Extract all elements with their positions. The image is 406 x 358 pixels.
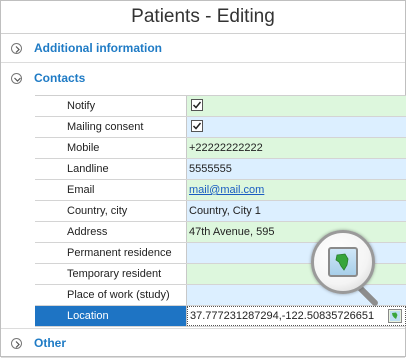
table-row[interactable]: Mailing consent [35, 117, 406, 138]
field-label: Email [35, 180, 187, 200]
field-label: Country, city [35, 201, 187, 221]
group-label: Contacts [34, 71, 86, 85]
window-title: Patients - Editing [1, 1, 405, 34]
chevron-right-icon[interactable] [11, 42, 22, 54]
address-field[interactable]: 47th Avenue, 595 [187, 222, 406, 242]
field-label: Permanent residence [35, 243, 187, 263]
field-label: Notify [35, 96, 187, 116]
table-row[interactable]: Country, city Country, City 1 [35, 201, 406, 222]
notify-checkbox-cell[interactable] [187, 96, 406, 116]
landline-field[interactable]: 5555555 [187, 159, 406, 179]
mobile-field[interactable]: +22222222222 [187, 138, 406, 158]
table-row[interactable]: Notify [35, 96, 406, 117]
group-label: Other [34, 336, 67, 350]
magnifier-callout [311, 230, 375, 294]
group-other[interactable]: Other [1, 328, 405, 358]
patients-editing-window: Patients - Editing Additional informatio… [0, 0, 406, 358]
field-label: Temporary resident [35, 264, 187, 284]
email-link[interactable]: mail@mail.com [189, 184, 264, 196]
field-label: Mailing consent [35, 117, 187, 137]
map-icon[interactable] [388, 309, 402, 323]
table-row-selected[interactable]: Location 37.777231287294,-122.5083572665… [35, 306, 406, 327]
table-row[interactable]: Email mail@mail.com [35, 180, 406, 201]
field-label: Place of work (study) [35, 285, 187, 305]
field-label: Landline [35, 159, 187, 179]
field-label: Mobile [35, 138, 187, 158]
table-row[interactable]: Mobile +22222222222 [35, 138, 406, 159]
map-icon [328, 247, 358, 277]
email-field[interactable]: mail@mail.com [187, 180, 406, 200]
location-value: 37.777231287294,-122.50835726651 [190, 310, 375, 322]
field-label: Location [35, 306, 187, 326]
group-label: Additional information [34, 41, 162, 55]
mailing-consent-checkbox[interactable] [191, 120, 203, 132]
group-additional-information[interactable]: Additional information [1, 34, 405, 63]
location-field[interactable]: 37.777231287294,-122.50835726651 [187, 306, 406, 326]
group-contacts[interactable]: Contacts [1, 64, 405, 92]
country-city-field[interactable]: Country, City 1 [187, 201, 406, 221]
notify-checkbox[interactable] [191, 99, 203, 111]
chevron-right-icon[interactable] [11, 337, 22, 349]
chevron-down-icon[interactable] [11, 72, 22, 84]
field-label: Address [35, 222, 187, 242]
table-row[interactable]: Landline 5555555 [35, 159, 406, 180]
mailing-consent-checkbox-cell[interactable] [187, 117, 406, 137]
